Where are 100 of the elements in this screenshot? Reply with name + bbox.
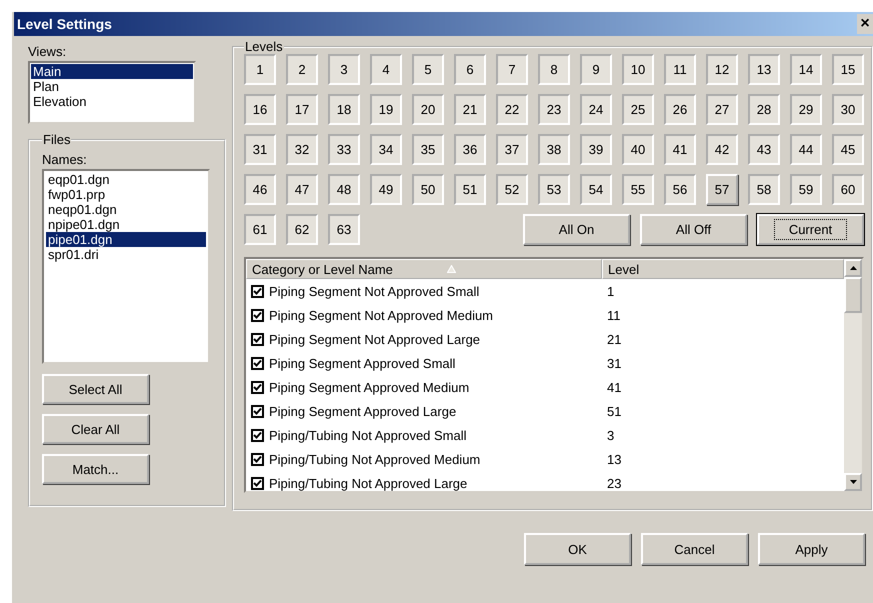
file-item[interactable]: fwp01.prp [46, 187, 206, 202]
checkbox[interactable] [251, 308, 264, 322]
level-toggle[interactable]: 51 [454, 174, 486, 205]
level-action-button[interactable]: Current [757, 214, 864, 245]
level-toggle[interactable]: 55 [622, 174, 654, 205]
level-toggle[interactable]: 20 [412, 94, 444, 125]
level-toggle[interactable]: 21 [454, 94, 486, 125]
level-toggle[interactable]: 27 [706, 94, 738, 125]
level-toggle[interactable]: 62 [286, 214, 318, 245]
level-toggle[interactable]: 28 [748, 94, 780, 125]
level-toggle[interactable]: 40 [622, 134, 654, 165]
level-toggle[interactable]: 11 [664, 54, 696, 85]
dialog-button[interactable]: Apply [758, 533, 865, 565]
column-header[interactable]: Level [602, 259, 844, 279]
level-toggle[interactable]: 41 [664, 134, 696, 165]
level-toggle[interactable]: 17 [286, 94, 318, 125]
file-button[interactable]: Select All [42, 374, 149, 404]
level-toggle[interactable]: 13 [748, 54, 780, 85]
level-toggle[interactable]: 23 [538, 94, 570, 125]
level-toggle[interactable]: 8 [538, 54, 570, 85]
level-toggle[interactable]: 29 [790, 94, 822, 125]
checkbox[interactable] [251, 476, 264, 490]
level-toggle[interactable]: 34 [370, 134, 402, 165]
level-toggle[interactable]: 32 [286, 134, 318, 165]
level-action-button[interactable]: All Off [640, 214, 747, 245]
view-item[interactable]: Plan [31, 79, 193, 94]
level-toggle[interactable]: 54 [580, 174, 612, 205]
level-toggle[interactable]: 53 [538, 174, 570, 205]
checkbox[interactable] [251, 404, 264, 418]
level-toggle[interactable]: 26 [664, 94, 696, 125]
level-name: Piping Segment Not Approved Medium [269, 308, 494, 322]
checkbox[interactable] [251, 356, 264, 370]
dialog-button[interactable]: Cancel [641, 533, 748, 565]
level-toggle[interactable]: 4 [370, 54, 402, 85]
column-header[interactable]: Category or Level Name [246, 259, 602, 279]
level-toggle[interactable]: 9 [580, 54, 612, 85]
file-item[interactable]: spr01.dri [46, 247, 206, 262]
level-toggle[interactable]: 50 [412, 174, 444, 205]
checkbox[interactable] [251, 452, 264, 466]
level-toggle[interactable]: 38 [538, 134, 570, 165]
level-toggle[interactable]: 59 [790, 174, 822, 205]
level-toggle[interactable]: 49 [370, 174, 402, 205]
view-item[interactable]: Main [31, 64, 193, 79]
level-toggle[interactable]: 31 [244, 134, 276, 165]
level-toggle[interactable]: 35 [412, 134, 444, 165]
dialog-button[interactable]: OK [524, 533, 631, 565]
checkbox[interactable] [251, 332, 264, 346]
level-toggle[interactable]: 42 [706, 134, 738, 165]
scroll-down-icon[interactable] [844, 473, 862, 491]
level-toggle[interactable]: 56 [664, 174, 696, 205]
level-toggle[interactable]: 12 [706, 54, 738, 85]
level-toggle[interactable]: 1 [244, 54, 276, 85]
file-item[interactable]: neqp01.dgn [46, 202, 206, 217]
level-toggle[interactable]: 5 [412, 54, 444, 85]
level-toggle[interactable]: 63 [328, 214, 360, 245]
file-button[interactable]: Match... [42, 454, 149, 484]
scroll-up-icon[interactable] [844, 259, 862, 277]
level-number: 23 [607, 476, 622, 490]
file-item[interactable]: pipe01.dgn [46, 232, 206, 247]
level-toggle[interactable]: 52 [496, 174, 528, 205]
level-name: Piping/Tubing Not Approved Large [269, 476, 468, 490]
level-toggle[interactable]: 18 [328, 94, 360, 125]
level-toggle[interactable]: 25 [622, 94, 654, 125]
level-toggle[interactable]: 33 [328, 134, 360, 165]
level-toggle[interactable]: 45 [832, 134, 864, 165]
level-toggle[interactable]: 7 [496, 54, 528, 85]
level-toggle[interactable]: 15 [832, 54, 864, 85]
level-toggle[interactable]: 60 [832, 174, 864, 205]
close-button[interactable]: × [857, 14, 873, 34]
file-item[interactable]: eqp01.dgn [46, 172, 206, 187]
level-toggle[interactable]: 61 [244, 214, 276, 245]
level-toggle[interactable]: 57 [706, 174, 738, 205]
level-toggle[interactable]: 22 [496, 94, 528, 125]
level-toggle[interactable]: 48 [328, 174, 360, 205]
level-toggle[interactable]: 44 [790, 134, 822, 165]
level-toggle[interactable]: 6 [454, 54, 486, 85]
level-toggle[interactable]: 3 [328, 54, 360, 85]
file-button[interactable]: Clear All [42, 414, 149, 444]
file-item[interactable]: npipe01.dgn [46, 217, 206, 232]
checkbox[interactable] [251, 428, 264, 442]
vertical-scrollbar[interactable] [844, 259, 862, 491]
view-item[interactable]: Elevation [31, 94, 193, 109]
level-toggle[interactable]: 16 [244, 94, 276, 125]
level-toggle[interactable]: 24 [580, 94, 612, 125]
level-toggle[interactable]: 19 [370, 94, 402, 125]
level-action-button[interactable]: All On [523, 214, 630, 245]
checkbox[interactable] [251, 284, 264, 298]
level-toggle[interactable]: 36 [454, 134, 486, 165]
level-toggle[interactable]: 46 [244, 174, 276, 205]
checkbox[interactable] [251, 380, 264, 394]
level-toggle[interactable]: 43 [748, 134, 780, 165]
level-toggle[interactable]: 14 [790, 54, 822, 85]
level-toggle[interactable]: 10 [622, 54, 654, 85]
level-toggle[interactable]: 58 [748, 174, 780, 205]
level-toggle[interactable]: 2 [286, 54, 318, 85]
level-toggle[interactable]: 37 [496, 134, 528, 165]
scroll-thumb[interactable] [844, 277, 862, 313]
level-toggle[interactable]: 30 [832, 94, 864, 125]
level-toggle[interactable]: 47 [286, 174, 318, 205]
level-toggle[interactable]: 39 [580, 134, 612, 165]
